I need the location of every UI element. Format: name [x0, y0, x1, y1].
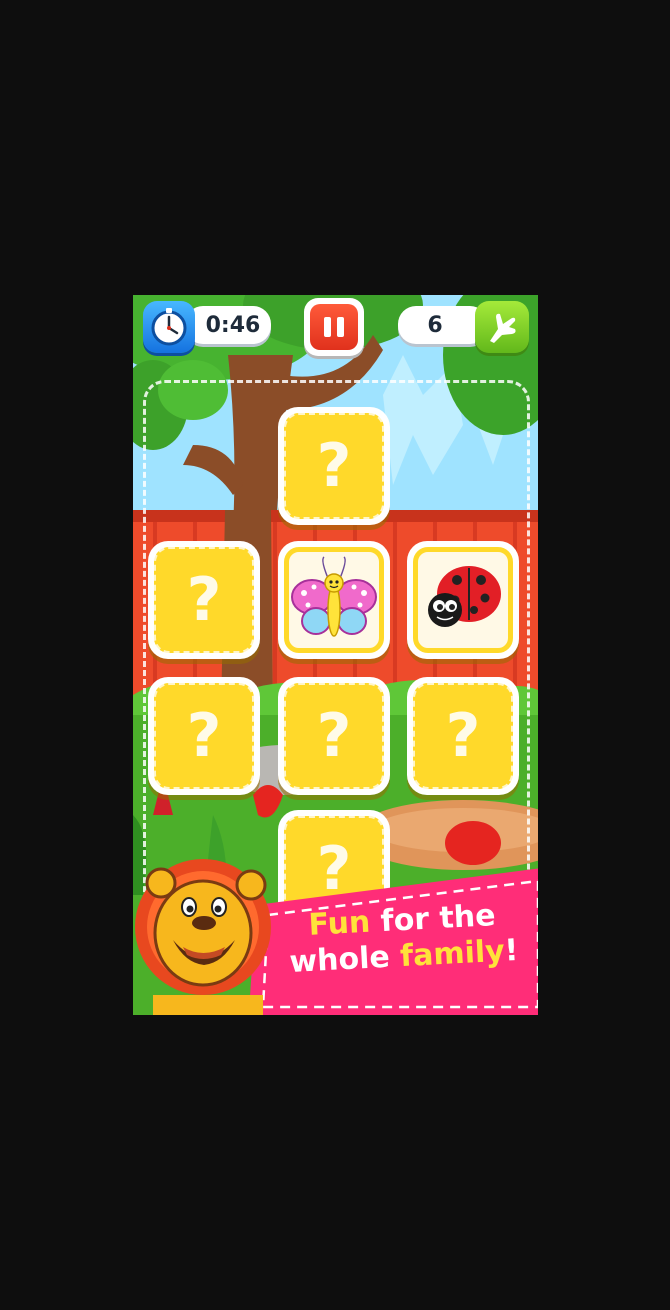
pause-button[interactable] [304, 298, 364, 356]
question-mark: ? [186, 701, 222, 771]
promo-text: Fun for the whole family! [271, 896, 534, 982]
question-mark: ? [186, 565, 222, 635]
timer-display: 0:46 [185, 306, 271, 344]
memory-card-6[interactable]: ? [278, 677, 390, 795]
ladybug-icon [428, 566, 501, 627]
promo-word-whole: whole [288, 939, 402, 980]
butterfly-icon [291, 556, 377, 637]
pause-icon [310, 304, 358, 350]
pointing-hand-icon [490, 313, 516, 343]
promo-exclamation: ! [503, 933, 520, 969]
hint-button[interactable] [475, 301, 529, 353]
game-screen: 0:46 6 ? ? ? ? ? ? Fun for the whole fam… [133, 295, 538, 1015]
question-mark: ? [445, 701, 481, 771]
memory-card-4[interactable] [407, 541, 519, 659]
promo-word-family: family [399, 933, 506, 975]
lion-mascot [135, 859, 271, 1015]
promo-word-fun: Fun [307, 904, 372, 943]
memory-card-2[interactable]: ? [148, 541, 260, 659]
memory-card-3[interactable] [278, 541, 390, 659]
memory-card-5[interactable]: ? [148, 677, 260, 795]
question-mark: ? [316, 431, 352, 501]
question-mark: ? [316, 701, 352, 771]
memory-card-7[interactable]: ? [407, 677, 519, 795]
promo-word-for-the: for the [369, 898, 497, 940]
moves-value: 6 [427, 312, 443, 338]
stopwatch-icon [143, 301, 195, 353]
timer-value: 0:46 [205, 312, 261, 338]
memory-card-1[interactable]: ? [278, 407, 390, 525]
